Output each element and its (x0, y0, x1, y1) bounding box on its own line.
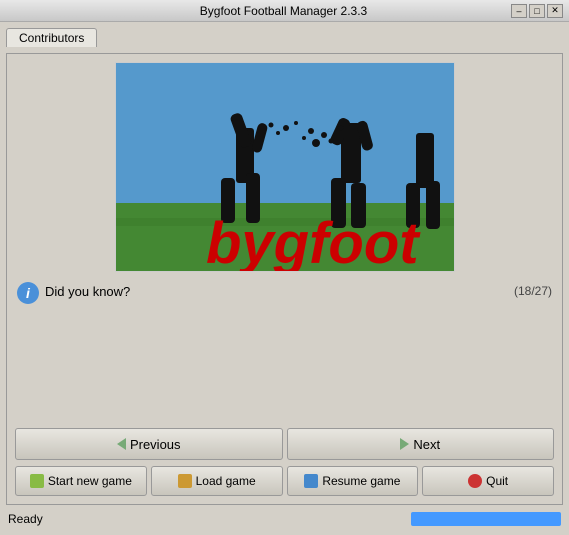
next-label: Next (413, 437, 440, 452)
window-content: Contributors (0, 22, 569, 535)
action-row: Start new game Load game Resume game Qui… (15, 466, 554, 496)
tip-area (15, 314, 554, 422)
svg-text:bygfoot: bygfoot (206, 211, 421, 272)
next-arrow-icon (400, 438, 409, 450)
previous-label: Previous (130, 437, 181, 452)
resume-icon (304, 474, 318, 488)
load-game-button[interactable]: Load game (151, 466, 283, 496)
quit-label: Quit (486, 474, 508, 488)
window-title: Bygfoot Football Manager 2.3.3 (56, 4, 511, 18)
info-icon: i (17, 282, 39, 304)
logo-image: bygfoot (115, 62, 455, 272)
did-you-know-label: Did you know? (45, 282, 508, 299)
content-panel: bygfoot i Did you know? (18/27) Previous… (6, 53, 563, 505)
tab-contributors[interactable]: Contributors (6, 28, 97, 47)
logo-svg: bygfoot (116, 63, 455, 272)
quit-icon (468, 474, 482, 488)
nav-row: Previous Next (15, 428, 554, 460)
start-label: Start new game (48, 474, 132, 488)
previous-button[interactable]: Previous (15, 428, 283, 460)
next-button[interactable]: Next (287, 428, 555, 460)
minimize-button[interactable]: – (511, 4, 527, 18)
did-you-know-bar: i Did you know? (18/27) (15, 278, 554, 308)
close-button[interactable]: ✕ (547, 4, 563, 18)
quit-button[interactable]: Quit (422, 466, 554, 496)
resume-game-button[interactable]: Resume game (287, 466, 419, 496)
window-controls: – □ ✕ (511, 4, 563, 18)
load-icon (178, 474, 192, 488)
tab-bar: Contributors (6, 28, 563, 47)
resume-label: Resume game (322, 474, 400, 488)
start-new-game-button[interactable]: Start new game (15, 466, 147, 496)
status-bar: Ready (6, 509, 563, 529)
previous-arrow-icon (117, 438, 126, 450)
start-icon (30, 474, 44, 488)
tip-count: (18/27) (514, 282, 552, 298)
load-label: Load game (196, 474, 256, 488)
status-text: Ready (8, 512, 43, 526)
status-progress-bar (411, 512, 561, 526)
maximize-button[interactable]: □ (529, 4, 545, 18)
titlebar: Bygfoot Football Manager 2.3.3 – □ ✕ (0, 0, 569, 22)
